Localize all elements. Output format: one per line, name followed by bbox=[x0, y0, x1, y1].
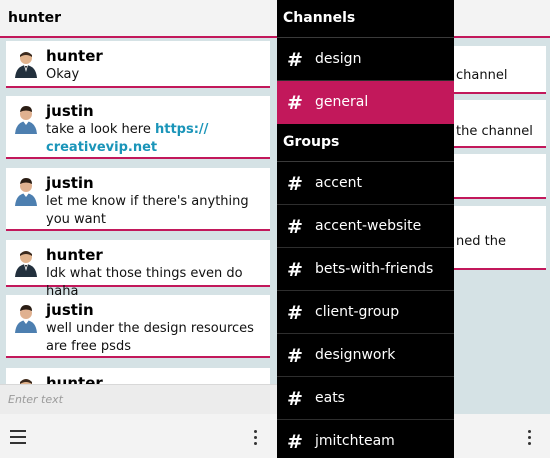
group-label: eats bbox=[315, 390, 345, 406]
background-message: ned the bbox=[454, 206, 546, 270]
hunter-avatar[interactable] bbox=[11, 375, 41, 384]
background-chat-pane: channel the channel ned the bbox=[454, 0, 550, 458]
message-text: take a look here https:// creativevip.ne… bbox=[46, 121, 268, 157]
message-item[interactable]: justin take a look here https:// creativ… bbox=[6, 96, 270, 159]
background-message bbox=[454, 154, 546, 199]
group-item-eats[interactable]: # eats bbox=[277, 377, 454, 420]
message-author: hunter bbox=[46, 374, 103, 384]
message-text-body: take a look here bbox=[46, 122, 155, 137]
hash-icon: # bbox=[287, 92, 303, 114]
message-input[interactable]: Enter text bbox=[0, 384, 277, 414]
channel-label: general bbox=[315, 94, 369, 110]
bottom-toolbar bbox=[0, 414, 277, 458]
hunter-avatar[interactable] bbox=[11, 48, 41, 78]
message-item[interactable]: hunter Okay bbox=[6, 41, 270, 88]
hash-icon: # bbox=[287, 216, 303, 238]
justin-avatar[interactable] bbox=[11, 104, 41, 134]
justin-avatar[interactable] bbox=[11, 303, 41, 333]
group-label: designwork bbox=[315, 347, 396, 363]
group-item-jmitchteam[interactable]: # jmitchteam bbox=[277, 420, 454, 458]
message-item[interactable]: justin let me know if there's anything y… bbox=[6, 168, 270, 231]
message-input-placeholder: Enter text bbox=[8, 393, 63, 406]
message-list[interactable]: hunter Okay justin take a look here http… bbox=[0, 38, 277, 384]
chat-pane: hunter hunter Okay justin take a look he… bbox=[0, 0, 277, 458]
hash-icon: # bbox=[287, 345, 303, 367]
channels-heading: Channels bbox=[283, 10, 356, 26]
channels-section-header: Channels bbox=[277, 0, 454, 38]
justin-avatar[interactable] bbox=[11, 176, 41, 206]
group-item-accent-website[interactable]: # accent-website bbox=[277, 205, 454, 248]
hamburger-icon[interactable] bbox=[10, 430, 26, 444]
channel-item-design[interactable]: # design bbox=[277, 38, 454, 81]
background-header bbox=[454, 0, 550, 38]
group-item-designwork[interactable]: # designwork bbox=[277, 334, 454, 377]
background-message: the channel bbox=[454, 100, 546, 148]
hash-icon: # bbox=[287, 388, 303, 410]
group-label: accent-website bbox=[315, 218, 422, 234]
groups-heading: Groups bbox=[283, 134, 340, 150]
message-text: let me know if there's anything you want bbox=[46, 194, 249, 227]
more-vertical-icon[interactable] bbox=[254, 430, 258, 446]
channel-item-general[interactable]: # general bbox=[277, 81, 454, 124]
chat-title: hunter bbox=[8, 10, 61, 26]
hash-icon: # bbox=[287, 302, 303, 324]
background-toolbar bbox=[454, 414, 550, 458]
group-item-bets-with-friends[interactable]: # bets-with-friends bbox=[277, 248, 454, 291]
group-label: client-group bbox=[315, 304, 400, 320]
hash-icon: # bbox=[287, 259, 303, 281]
message-author: justin bbox=[46, 102, 94, 120]
message-author: justin bbox=[46, 174, 94, 192]
background-message: channel bbox=[454, 46, 546, 94]
background-message-text: the channel bbox=[456, 124, 533, 139]
channel-label: design bbox=[315, 51, 362, 67]
group-label: accent bbox=[315, 175, 362, 191]
chat-header: hunter bbox=[0, 0, 277, 38]
more-vertical-icon[interactable] bbox=[528, 430, 532, 446]
group-label: jmitchteam bbox=[315, 433, 395, 449]
message-item[interactable]: justin well under the design resources a… bbox=[6, 295, 270, 358]
message-text: Okay bbox=[46, 67, 80, 82]
hash-icon: # bbox=[287, 173, 303, 195]
groups-section-header: Groups bbox=[277, 124, 454, 162]
message-item[interactable]: hunter Idk what those things even do hah… bbox=[6, 240, 270, 299]
hash-icon: # bbox=[287, 49, 303, 71]
message-author: hunter bbox=[46, 47, 103, 65]
message-author: hunter bbox=[46, 246, 103, 264]
group-item-accent[interactable]: # accent bbox=[277, 162, 454, 205]
group-label: bets-with-friends bbox=[315, 261, 434, 277]
background-message-text: ned the bbox=[456, 234, 506, 249]
group-item-client-group[interactable]: # client-group bbox=[277, 291, 454, 334]
message-item[interactable]: hunter bbox=[6, 368, 270, 384]
message-author: justin bbox=[46, 301, 94, 319]
channel-drawer: Channels # design # general Groups # acc… bbox=[277, 0, 454, 458]
message-text: well under the design resources are free… bbox=[46, 321, 254, 354]
background-message-text: channel bbox=[456, 68, 508, 83]
hash-icon: # bbox=[287, 431, 303, 453]
hunter-avatar[interactable] bbox=[11, 247, 41, 277]
